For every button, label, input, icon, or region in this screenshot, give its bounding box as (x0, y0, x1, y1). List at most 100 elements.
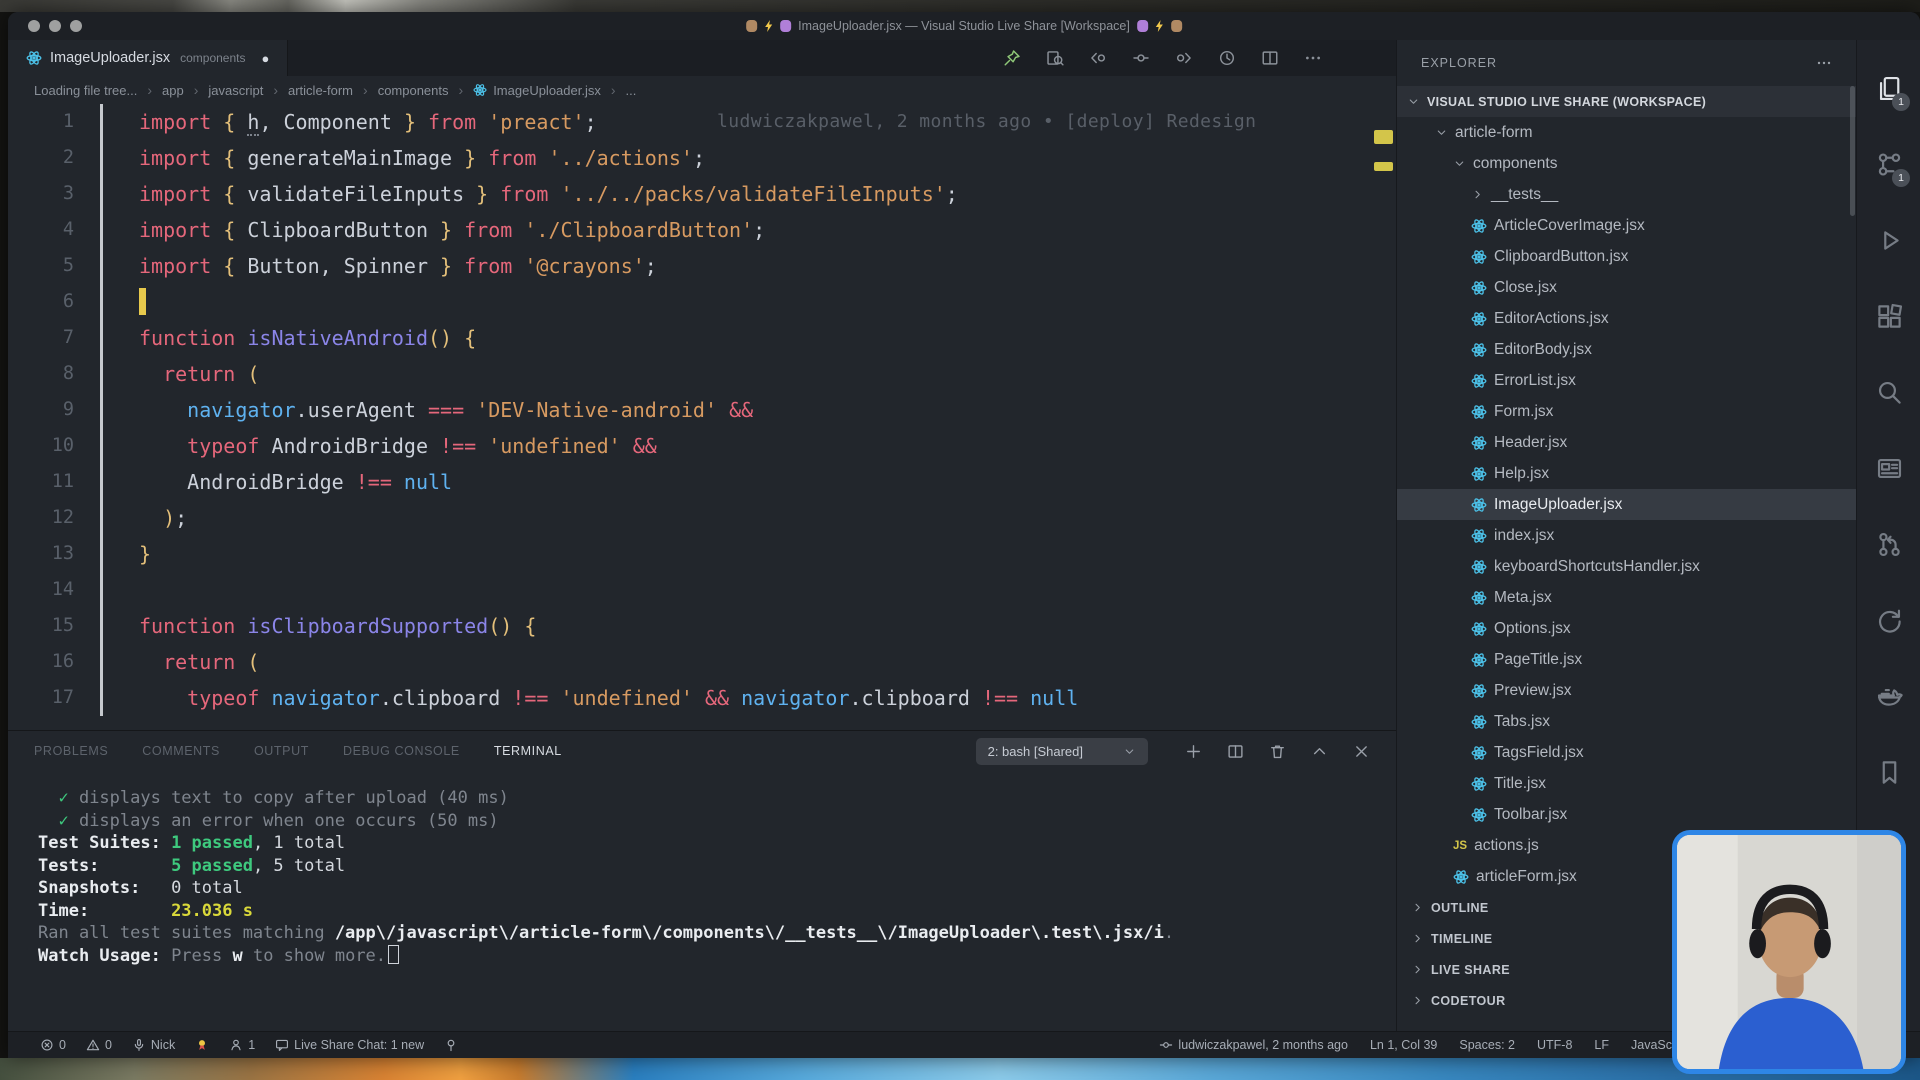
plus-icon[interactable] (1185, 743, 1202, 760)
tree-item-components[interactable]: components (1397, 148, 1856, 179)
status-item-nick[interactable]: Nick (132, 1038, 175, 1052)
activity-panel[interactable] (1857, 430, 1920, 506)
code-line[interactable]: 10 typeof AndroidBridge !== 'undefined' … (8, 428, 1396, 464)
code-editor[interactable]: 1import { h, Component } from 'preact';l… (8, 104, 1396, 730)
emote-icon (763, 20, 774, 32)
panel-tab-output[interactable]: OUTPUT (254, 744, 309, 758)
code-line[interactable]: 1import { h, Component } from 'preact';l… (8, 104, 1396, 140)
code-line[interactable]: 9 navigator.userAgent === 'DEV-Native-an… (8, 392, 1396, 428)
tree-item-index-jsx[interactable]: index.jsx (1397, 520, 1856, 551)
tree-item-errorlist-jsx[interactable]: ErrorList.jsx (1397, 365, 1856, 396)
status-item-0[interactable]: 0 (86, 1038, 112, 1052)
code-line[interactable]: 5import { Button, Spinner } from '@crayo… (8, 248, 1396, 284)
tree-item-title-jsx[interactable]: Title.jsx (1397, 768, 1856, 799)
breadcrumb-item[interactable]: Loading file tree... (34, 83, 137, 98)
code-line[interactable]: 15function isClipboardSupported() { (8, 608, 1396, 644)
close-window-button[interactable] (28, 20, 40, 32)
tree-item-form-jsx[interactable]: Form.jsx (1397, 396, 1856, 427)
tree-item-editoractions-jsx[interactable]: EditorActions.jsx (1397, 303, 1856, 334)
code-line[interactable]: 13} (8, 536, 1396, 572)
code-line[interactable]: 2import { generateMainImage } from '../a… (8, 140, 1396, 176)
status-item-ludwiczakpawel-2-months-ago[interactable]: ludwiczakpawel, 2 months ago (1159, 1038, 1348, 1052)
tree-item-editorbody-jsx[interactable]: EditorBody.jsx (1397, 334, 1856, 365)
terminal-output[interactable]: ✓ displays text to copy after upload (40… (8, 771, 1396, 1031)
status-item-0[interactable]: 0 (40, 1038, 66, 1052)
breadcrumb-item[interactable]: javascript (208, 83, 263, 98)
code-line[interactable]: 3import { validateFileInputs } from '../… (8, 176, 1396, 212)
status-item-award[interactable] (195, 1038, 209, 1052)
tree-item--tests-[interactable]: __tests__ (1397, 179, 1856, 210)
trash-icon[interactable] (1269, 743, 1286, 760)
activity-search[interactable] (1857, 354, 1920, 430)
breadcrumb-item[interactable]: components (378, 83, 449, 98)
tree-item-keyboardshortcutshandler-jsx[interactable]: keyboardShortcutsHandler.jsx (1397, 551, 1856, 582)
clock-icon[interactable] (1218, 49, 1236, 67)
status-item-javasc[interactable]: JavaSc (1631, 1038, 1672, 1052)
activity-pr[interactable] (1857, 506, 1920, 582)
tree-item-preview-jsx[interactable]: Preview.jsx (1397, 675, 1856, 706)
tree-item-tagsfield-jsx[interactable]: TagsField.jsx (1397, 737, 1856, 768)
activity-files[interactable]: 1 (1857, 50, 1920, 126)
status-item-lf[interactable]: LF (1594, 1038, 1609, 1052)
activity-run[interactable] (1857, 202, 1920, 278)
activity-graph[interactable]: 1 (1857, 126, 1920, 202)
code-line[interactable]: 11 AndroidBridge !== null (8, 464, 1396, 500)
panel-tab-problems[interactable]: PROBLEMS (34, 744, 108, 758)
tree-item-articlecoverimage-jsx[interactable]: ArticleCoverImage.jsx (1397, 210, 1856, 241)
more-actions-icon[interactable] (1816, 55, 1832, 71)
chev-up-icon[interactable] (1311, 743, 1328, 760)
split-icon[interactable] (1227, 743, 1244, 760)
tab-imageuploader[interactable]: ImageUploader.jsx components ● (8, 40, 288, 76)
tree-item-clipboardbutton-jsx[interactable]: ClipboardButton.jsx (1397, 241, 1856, 272)
nav-dot-icon[interactable] (1132, 49, 1150, 67)
code-line[interactable]: 7function isNativeAndroid() { (8, 320, 1396, 356)
activity-bookmark[interactable] (1857, 734, 1920, 810)
close-icon[interactable] (1353, 743, 1370, 760)
status-item-pinloc[interactable] (444, 1038, 458, 1052)
code-line[interactable]: 14 (8, 572, 1396, 608)
pin-icon[interactable] (1003, 49, 1021, 67)
preview-icon[interactable] (1046, 49, 1064, 67)
activity-docker[interactable] (1857, 658, 1920, 734)
split-icon[interactable] (1261, 49, 1279, 67)
tree-item-header-jsx[interactable]: Header.jsx (1397, 427, 1856, 458)
code-line[interactable]: 16 return ( (8, 644, 1396, 680)
nav-back-icon[interactable] (1089, 49, 1107, 67)
breadcrumb-item[interactable]: article-form (288, 83, 353, 98)
code-line[interactable]: 12 ); (8, 500, 1396, 536)
tree-item-article-form[interactable]: article-form (1397, 117, 1856, 148)
breadcrumb-item[interactable]: app (162, 83, 184, 98)
tree-item-imageuploader-jsx[interactable]: ImageUploader.jsx (1397, 489, 1856, 520)
line-number: 13 (8, 536, 74, 572)
code-line[interactable]: 8 return ( (8, 356, 1396, 392)
breadcrumb-item[interactable]: ... (626, 83, 637, 98)
panel-tab-terminal[interactable]: TERMINAL (494, 744, 562, 758)
panel-tab-debug-console[interactable]: DEBUG CONSOLE (343, 744, 460, 758)
status-item-live-share-chat-1-new[interactable]: Live Share Chat: 1 new (275, 1038, 424, 1052)
tree-item-help-jsx[interactable]: Help.jsx (1397, 458, 1856, 489)
status-item-ln-1-col-39[interactable]: Ln 1, Col 39 (1370, 1038, 1437, 1052)
breadcrumb-item[interactable]: ImageUploader.jsx (473, 83, 601, 98)
code-line[interactable]: 17 typeof navigator.clipboard !== 'undef… (8, 680, 1396, 716)
terminal-shell-select[interactable]: 2: bash [Shared] (976, 738, 1148, 765)
status-item-utf-8[interactable]: UTF-8 (1537, 1038, 1572, 1052)
code-line[interactable]: 6 (8, 284, 1396, 320)
tree-item-options-jsx[interactable]: Options.jsx (1397, 613, 1856, 644)
activity-share[interactable] (1857, 582, 1920, 658)
tree-item-pagetitle-jsx[interactable]: PageTitle.jsx (1397, 644, 1856, 675)
sidebar-scrollbar[interactable] (1850, 86, 1855, 216)
code-line[interactable]: 4import { ClipboardButton } from './Clip… (8, 212, 1396, 248)
activity-extensions[interactable] (1857, 278, 1920, 354)
tree-item-toolbar-jsx[interactable]: Toolbar.jsx (1397, 799, 1856, 830)
minimize-window-button[interactable] (49, 20, 61, 32)
nav-forward-icon[interactable] (1175, 49, 1193, 67)
tree-item-meta-jsx[interactable]: Meta.jsx (1397, 582, 1856, 613)
more-icon[interactable] (1304, 49, 1322, 67)
tree-item-tabs-jsx[interactable]: Tabs.jsx (1397, 706, 1856, 737)
status-item-1[interactable]: 1 (229, 1038, 255, 1052)
tree-item-close-jsx[interactable]: Close.jsx (1397, 272, 1856, 303)
status-item-spaces-2[interactable]: Spaces: 2 (1459, 1038, 1515, 1052)
panel-tab-comments[interactable]: COMMENTS (142, 744, 220, 758)
zoom-window-button[interactable] (70, 20, 82, 32)
tree-item-visual-studio-live-share-workspace-[interactable]: VISUAL STUDIO LIVE SHARE (WORKSPACE) (1397, 86, 1856, 117)
